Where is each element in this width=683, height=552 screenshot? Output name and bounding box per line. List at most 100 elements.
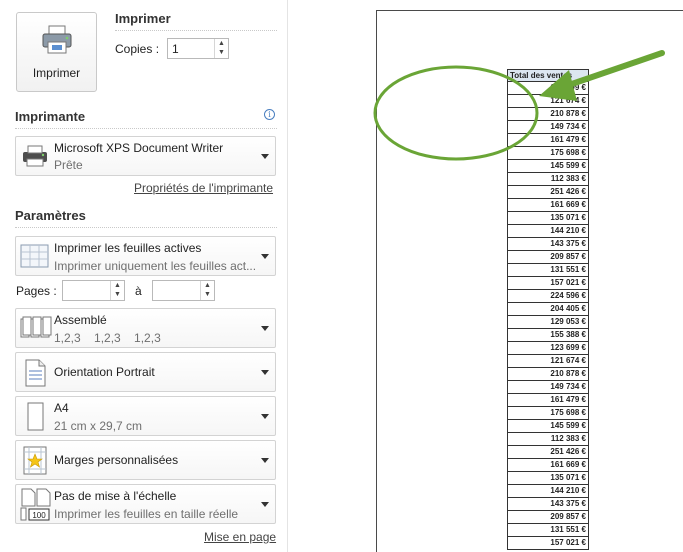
chevron-down-icon bbox=[261, 370, 269, 375]
table-row: 209 857 € bbox=[507, 511, 589, 524]
table-row: 112 383 € bbox=[507, 173, 589, 186]
chevron-down-icon bbox=[261, 502, 269, 507]
page-setup-link[interactable]: Mise en page bbox=[204, 530, 276, 544]
preview-page: Total des ventes 123 699 €121 674 €210 8… bbox=[376, 10, 683, 552]
table-row: 210 878 € bbox=[507, 108, 589, 121]
portrait-page-icon bbox=[25, 359, 46, 387]
print-preview-pane: Total des ventes 123 699 €121 674 €210 8… bbox=[289, 0, 683, 552]
table-row: 210 878 € bbox=[507, 368, 589, 381]
paper-size-icon bbox=[27, 402, 44, 431]
margins-title: Marges personnalisées bbox=[54, 453, 179, 467]
increment-icon[interactable]: ▲ bbox=[215, 39, 228, 48]
scaling-dropdown[interactable]: 100 Pas de mise à l'échelle Imprimer les… bbox=[15, 484, 276, 524]
collated-pages-icon bbox=[20, 316, 52, 338]
orientation-dropdown[interactable]: Orientation Portrait bbox=[15, 352, 276, 392]
printer-icon bbox=[23, 145, 47, 167]
svg-text:100: 100 bbox=[32, 511, 46, 520]
table-row: 161 479 € bbox=[507, 394, 589, 407]
sheet-grid-icon bbox=[20, 244, 49, 268]
print-title: Imprimer bbox=[115, 11, 171, 26]
chevron-down-icon bbox=[261, 254, 269, 259]
table-row: 251 426 € bbox=[507, 446, 589, 459]
decrement-icon[interactable]: ▼ bbox=[215, 48, 228, 57]
table-row: 145 599 € bbox=[507, 160, 589, 173]
actual-size-icon: 100 bbox=[20, 488, 51, 521]
table-row: 145 599 € bbox=[507, 420, 589, 433]
collate-title: Assemblé bbox=[54, 313, 107, 327]
printer-properties-link[interactable]: Propriétés de l'imprimante bbox=[134, 181, 273, 195]
table-row: 149 734 € bbox=[507, 121, 589, 134]
table-row: 209 857 € bbox=[507, 251, 589, 264]
scaling-title: Pas de mise à l'échelle bbox=[54, 489, 177, 503]
copies-arrows[interactable]: ▲ ▼ bbox=[214, 39, 228, 58]
printer-dropdown[interactable]: Microsoft XPS Document Writer Prête bbox=[15, 136, 276, 176]
table-row: 161 669 € bbox=[507, 459, 589, 472]
table-row: 121 674 € bbox=[507, 355, 589, 368]
table-row: 251 426 € bbox=[507, 186, 589, 199]
decrement-icon[interactable]: ▼ bbox=[201, 290, 214, 299]
paper-size-dropdown[interactable]: A4 21 cm x 29,7 cm bbox=[15, 396, 276, 436]
copies-stepper[interactable]: 1 ▲ ▼ bbox=[167, 38, 229, 59]
chevron-down-icon bbox=[261, 326, 269, 331]
table-row: 161 669 € bbox=[507, 199, 589, 212]
pages-from-arrows[interactable]: ▲ ▼ bbox=[110, 281, 124, 300]
table-row: 155 388 € bbox=[507, 329, 589, 342]
info-icon[interactable]: i bbox=[264, 109, 275, 120]
pages-to-arrows[interactable]: ▲ ▼ bbox=[200, 281, 214, 300]
pages-label: Pages : bbox=[16, 284, 57, 298]
preview-table: Total des ventes 123 699 €121 674 €210 8… bbox=[507, 69, 589, 550]
printer-section-title: Imprimante bbox=[15, 109, 86, 124]
margins-dropdown[interactable]: Marges personnalisées bbox=[15, 440, 276, 480]
print-what-subtitle: Imprimer uniquement les feuilles act... bbox=[54, 259, 257, 273]
pages-to-label: à bbox=[135, 284, 142, 298]
paper-size-subtitle: 21 cm x 29,7 cm bbox=[54, 419, 143, 433]
divider bbox=[15, 227, 277, 228]
table-row: 143 375 € bbox=[507, 238, 589, 251]
table-row: 131 551 € bbox=[507, 264, 589, 277]
table-body: 123 699 €121 674 €210 878 €149 734 €161 … bbox=[507, 82, 589, 550]
divider bbox=[15, 128, 277, 129]
table-row: 144 210 € bbox=[507, 225, 589, 238]
table-row: 144 210 € bbox=[507, 485, 589, 498]
table-row: 161 479 € bbox=[507, 134, 589, 147]
print-button-label: Imprimer bbox=[32, 66, 81, 80]
table-row: 175 698 € bbox=[507, 407, 589, 420]
table-row: 123 699 € bbox=[507, 342, 589, 355]
table-row: 143 375 € bbox=[507, 498, 589, 511]
print-button[interactable]: Imprimer bbox=[16, 12, 97, 92]
scaling-subtitle: Imprimer les feuilles en taille réelle bbox=[54, 507, 239, 521]
table-row: 157 021 € bbox=[507, 537, 589, 550]
margins-star-icon bbox=[23, 446, 47, 475]
orientation-title: Orientation Portrait bbox=[54, 365, 155, 379]
collate-subtitle: 1,2,3 1,2,3 1,2,3 bbox=[54, 331, 161, 345]
table-header: Total des ventes bbox=[507, 69, 589, 82]
print-settings-pane: Imprimer Imprimer Copies : 1 ▲ ▼ Imprima… bbox=[0, 0, 288, 552]
print-what-title: Imprimer les feuilles actives bbox=[54, 241, 202, 255]
table-row: 204 405 € bbox=[507, 303, 589, 316]
decrement-icon[interactable]: ▼ bbox=[111, 290, 124, 299]
collate-dropdown[interactable]: Assemblé 1,2,3 1,2,3 1,2,3 bbox=[15, 308, 276, 348]
table-row: 135 071 € bbox=[507, 212, 589, 225]
table-row: 135 071 € bbox=[507, 472, 589, 485]
paper-size-title: A4 bbox=[54, 401, 69, 415]
copies-value[interactable]: 1 bbox=[172, 42, 179, 56]
chevron-down-icon bbox=[261, 458, 269, 463]
increment-icon[interactable]: ▲ bbox=[201, 281, 214, 290]
printer-icon bbox=[42, 25, 72, 54]
table-row: 224 596 € bbox=[507, 290, 589, 303]
increment-icon[interactable]: ▲ bbox=[111, 281, 124, 290]
print-what-dropdown[interactable]: Imprimer les feuilles actives Imprimer u… bbox=[15, 236, 276, 276]
table-row: 129 053 € bbox=[507, 316, 589, 329]
table-row: 123 699 € bbox=[507, 82, 589, 95]
table-row: 121 674 € bbox=[507, 95, 589, 108]
printer-status: Prête bbox=[54, 158, 83, 172]
divider bbox=[115, 30, 277, 31]
table-row: 149 734 € bbox=[507, 381, 589, 394]
printer-name: Microsoft XPS Document Writer bbox=[54, 141, 224, 155]
pages-from-stepper[interactable]: ▲ ▼ bbox=[62, 280, 125, 301]
table-row: 157 021 € bbox=[507, 277, 589, 290]
settings-section-title: Paramètres bbox=[15, 208, 86, 223]
table-row: 131 551 € bbox=[507, 524, 589, 537]
chevron-down-icon bbox=[261, 414, 269, 419]
pages-to-stepper[interactable]: ▲ ▼ bbox=[152, 280, 215, 301]
